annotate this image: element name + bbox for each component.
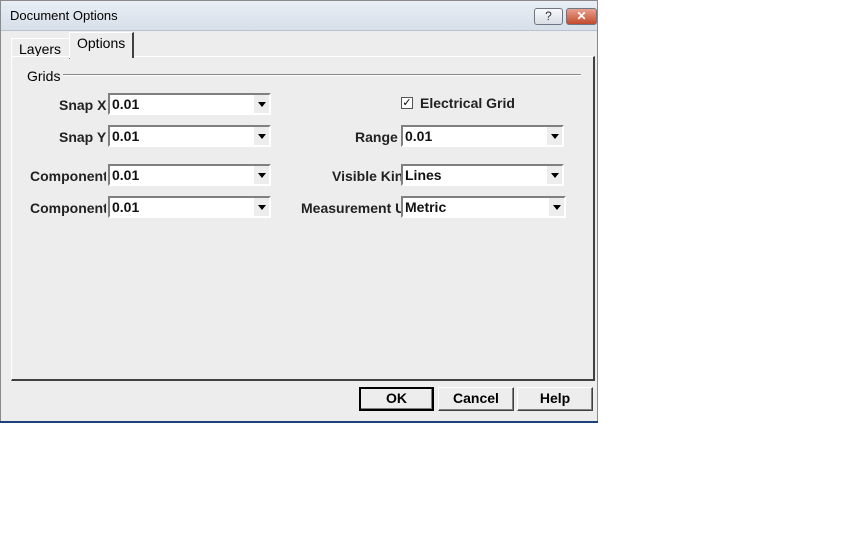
visible-kind-combo[interactable]: Lines bbox=[401, 164, 564, 186]
chevron-down-icon[interactable] bbox=[253, 198, 269, 216]
range-label: Range bbox=[355, 129, 398, 145]
taskbar-strip bbox=[0, 421, 598, 423]
chevron-down-icon[interactable] bbox=[253, 166, 269, 184]
snap-y-value: 0.01 bbox=[112, 128, 140, 144]
component-y-combo[interactable]: 0.01 bbox=[108, 196, 271, 218]
measurement-units-value: Metric bbox=[405, 199, 447, 215]
snap-y-label: Snap Y bbox=[59, 129, 107, 145]
grids-group-label: Grids bbox=[27, 68, 63, 84]
electrical-grid-checkbox[interactable]: ✓ bbox=[401, 97, 413, 109]
tab-options[interactable]: Options bbox=[69, 32, 134, 58]
range-value: 0.01 bbox=[405, 128, 433, 144]
chevron-down-icon[interactable] bbox=[546, 166, 562, 184]
grids-group-divider bbox=[63, 74, 581, 76]
window-title: Document Options bbox=[10, 8, 118, 23]
cancel-button[interactable]: Cancel bbox=[438, 387, 514, 411]
snap-x-value: 0.01 bbox=[112, 96, 140, 112]
chevron-down-icon[interactable] bbox=[253, 127, 269, 145]
measurement-units-combo[interactable]: Metric bbox=[401, 196, 566, 218]
chevron-down-icon[interactable] bbox=[546, 127, 562, 145]
ok-button[interactable]: OK bbox=[359, 387, 434, 411]
component-x-value: 0.01 bbox=[112, 167, 140, 183]
snap-x-combo[interactable]: 0.01 bbox=[108, 93, 271, 115]
component-y-label: Component Y bbox=[30, 200, 106, 216]
help-icon[interactable]: ? bbox=[534, 8, 563, 25]
chevron-down-icon[interactable] bbox=[548, 198, 564, 216]
snap-y-combo[interactable]: 0.01 bbox=[108, 125, 271, 147]
visible-kind-value: Lines bbox=[405, 167, 442, 183]
chevron-down-icon[interactable] bbox=[253, 95, 269, 113]
electrical-grid-label: Electrical Grid bbox=[420, 95, 515, 111]
component-y-value: 0.01 bbox=[112, 199, 140, 215]
snap-x-label: Snap X bbox=[59, 97, 107, 113]
component-x-combo[interactable]: 0.01 bbox=[108, 164, 271, 186]
measurement-units-label: Measurement Units bbox=[301, 200, 401, 216]
range-combo[interactable]: 0.01 bbox=[401, 125, 564, 147]
component-x-label: Component X bbox=[30, 168, 106, 184]
close-icon[interactable]: ✕ bbox=[566, 8, 597, 25]
title-bar: Document Options ? ✕ bbox=[1, 1, 597, 31]
visible-kind-label: Visible Kind bbox=[332, 168, 401, 184]
help-button[interactable]: Help bbox=[517, 387, 593, 411]
document-options-dialog: Document Options ? ✕ Layers Options Grid… bbox=[0, 0, 598, 423]
